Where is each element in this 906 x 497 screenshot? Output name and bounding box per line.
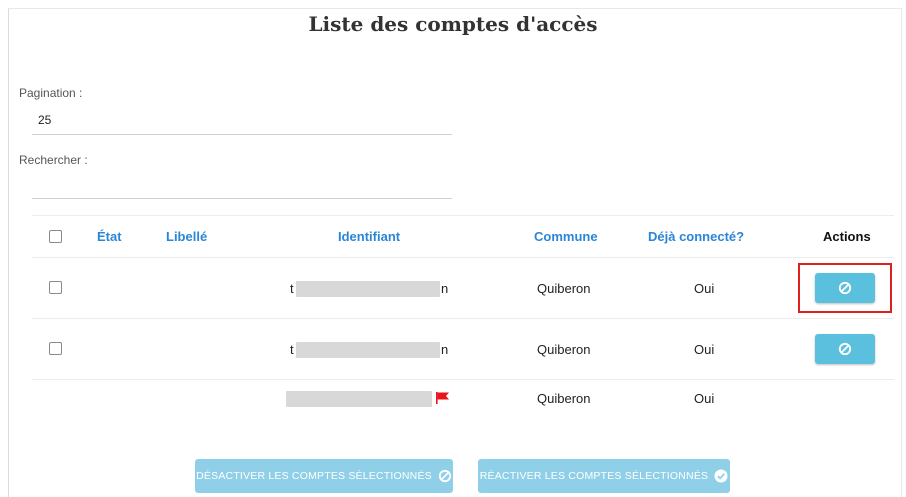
redacted-identifier bbox=[296, 342, 440, 358]
search-input[interactable] bbox=[38, 178, 448, 194]
reactivate-selected-label: RÉACTIVER LES COMPTES SÉLECTIONNÉS bbox=[479, 470, 709, 482]
identifier-suffix: n bbox=[441, 281, 449, 296]
row-divider bbox=[32, 379, 894, 380]
column-header-commune[interactable]: Commune bbox=[534, 229, 598, 244]
select-all-checkbox[interactable] bbox=[49, 230, 62, 243]
column-header-state[interactable]: État bbox=[97, 229, 122, 244]
connected-cell: Oui bbox=[694, 281, 715, 296]
identifier-prefix: t bbox=[290, 342, 294, 357]
commune-cell: Quiberon bbox=[537, 391, 591, 406]
pagination-label: Pagination : bbox=[19, 86, 83, 100]
red-flag-icon bbox=[436, 392, 449, 404]
deactivate-selected-button[interactable]: DÉSACTIVER LES COMPTES SÉLECTIONNÉS bbox=[195, 459, 453, 493]
highlight-box bbox=[798, 263, 892, 313]
table-top-divider bbox=[32, 215, 894, 216]
redacted-identifier bbox=[296, 281, 440, 297]
column-header-actions: Actions bbox=[823, 229, 871, 244]
deactivate-selected-label: DÉSACTIVER LES COMPTES SÉLECTIONNÉS bbox=[196, 470, 432, 482]
redacted-identifier bbox=[286, 391, 432, 407]
row-divider bbox=[32, 318, 894, 319]
ban-icon bbox=[838, 342, 852, 356]
pagination-underline bbox=[32, 134, 452, 135]
column-header-connected[interactable]: Déjà connecté? bbox=[648, 229, 744, 244]
page-frame bbox=[8, 8, 902, 497]
column-header-label[interactable]: Libellé bbox=[166, 229, 207, 244]
page-title: Liste des comptes d'accès bbox=[308, 12, 598, 36]
row-checkbox[interactable] bbox=[49, 281, 62, 294]
connected-cell: Oui bbox=[694, 342, 715, 357]
search-label: Rechercher : bbox=[19, 153, 88, 167]
commune-cell: Quiberon bbox=[537, 342, 591, 357]
identifier-prefix: t bbox=[290, 281, 294, 296]
column-header-identifier[interactable]: Identifiant bbox=[338, 229, 400, 244]
pagination-select[interactable]: 25 bbox=[38, 113, 51, 127]
ban-icon bbox=[438, 469, 451, 483]
reactivate-selected-button[interactable]: RÉACTIVER LES COMPTES SÉLECTIONNÉS bbox=[478, 459, 730, 493]
identifier-suffix: n bbox=[441, 342, 449, 357]
check-circle-icon bbox=[714, 469, 728, 483]
row-checkbox[interactable] bbox=[49, 342, 62, 355]
deactivate-account-button[interactable] bbox=[815, 334, 875, 364]
connected-cell: Oui bbox=[694, 391, 715, 406]
table-header-divider bbox=[32, 257, 894, 258]
search-underline bbox=[32, 198, 452, 199]
commune-cell: Quiberon bbox=[537, 281, 591, 296]
